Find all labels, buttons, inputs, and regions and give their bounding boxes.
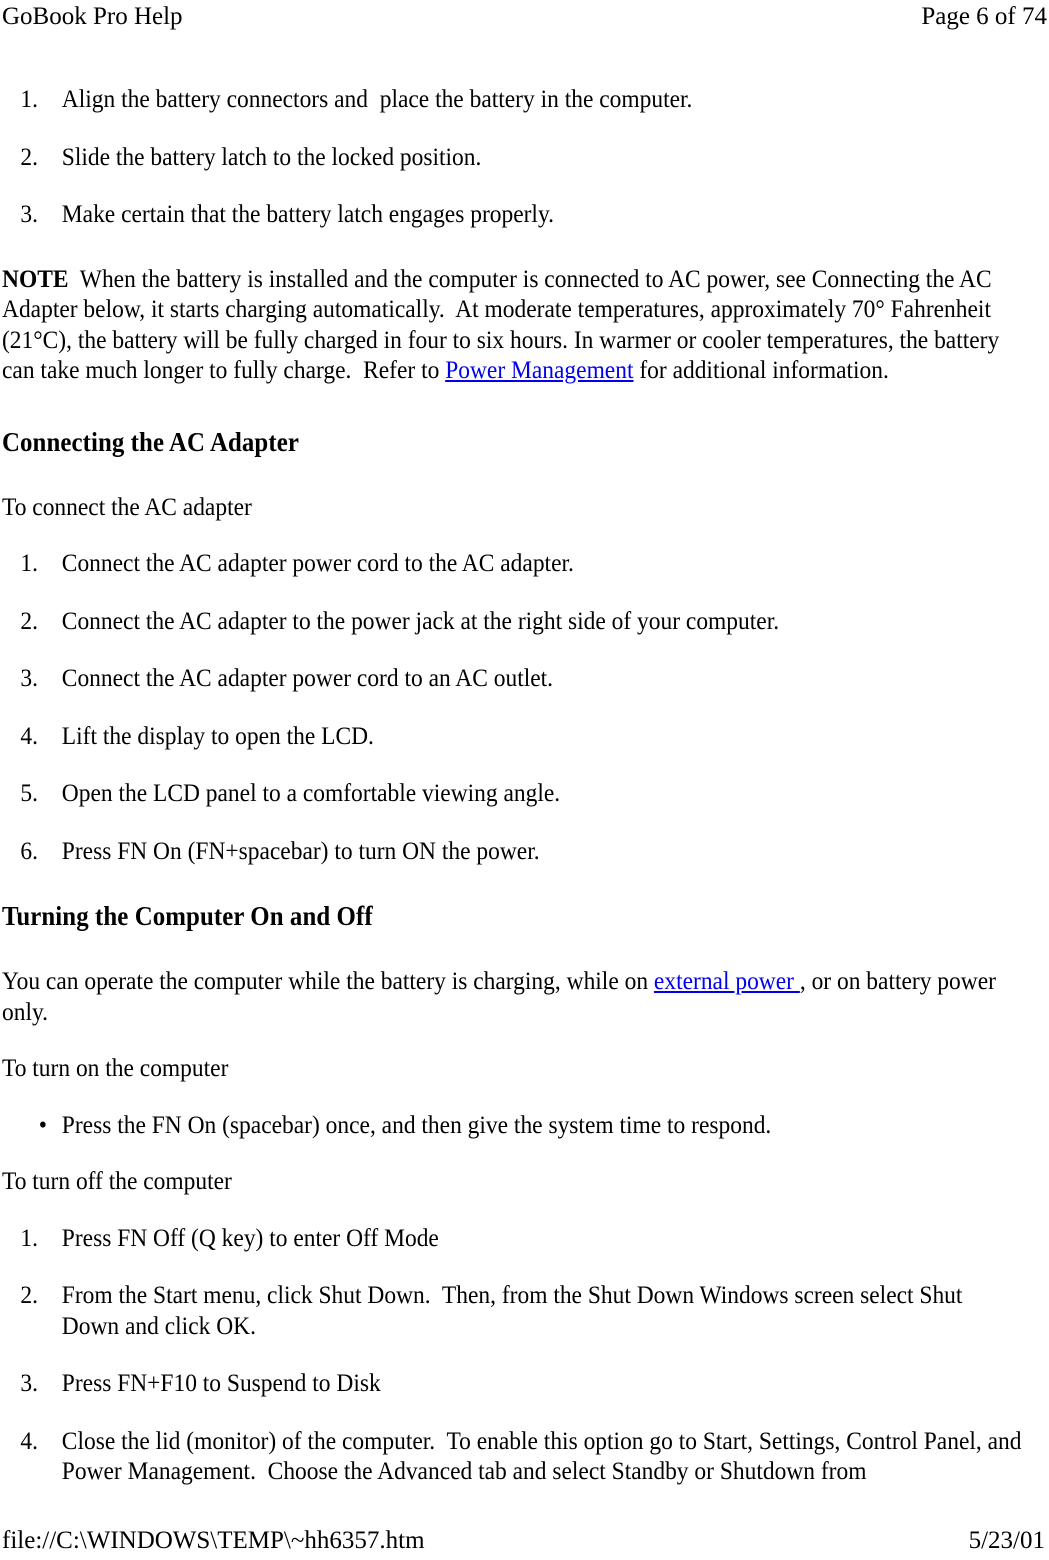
list-item-text: Align the battery connectors and place t… bbox=[61, 84, 693, 113]
power-management-link[interactable]: Power Management bbox=[445, 355, 633, 384]
list-item-text: Connect the AC adapter to the power jack… bbox=[61, 605, 780, 635]
list-item-text: Press the FN On (spacebar) once, and the… bbox=[61, 1109, 772, 1139]
footer-file-path: file://C:\WINDOWS\TEMP\~hh6357.htm bbox=[2, 1527, 425, 1554]
turn-on-list: • Press the FN On (spacebar) once, and t… bbox=[2, 1110, 1022, 1141]
power-intro-before-link: You can operate the computer while the b… bbox=[2, 966, 654, 995]
list-item-text: Make certain that the battery latch enga… bbox=[61, 199, 555, 228]
turn-off-list: 1. Press FN Off (Q key) to enter Off Mod… bbox=[2, 1223, 1022, 1487]
list-marker: 2. bbox=[20, 1280, 38, 1309]
list-marker: 1. bbox=[20, 1222, 38, 1252]
page-footer: file://C:\WINDOWS\TEMP\~hh6357.htm 5/23/… bbox=[0, 1526, 1049, 1556]
section-heading-power: Turning the Computer On and Off bbox=[2, 901, 373, 931]
list-item-text: Close the lid (monitor) of the computer.… bbox=[61, 1425, 1028, 1486]
list-item: 3. Connect the AC adapter power cord to … bbox=[2, 663, 1022, 694]
list-marker: 4. bbox=[20, 1425, 38, 1455]
list-marker: 1. bbox=[20, 548, 38, 577]
list-item-text: Lift the display to open the LCD. bbox=[61, 720, 374, 750]
external-power-link[interactable]: external power bbox=[654, 966, 800, 995]
header-document-title: GoBook Pro Help bbox=[2, 3, 183, 30]
list-item: 3. Make certain that the battery latch e… bbox=[2, 199, 1022, 230]
list-item: 2. Slide the battery latch to the locked… bbox=[2, 142, 1022, 173]
list-item-text: Open the LCD panel to a comfortable view… bbox=[61, 778, 561, 807]
ac-adapter-list: 1. Connect the AC adapter power cord to … bbox=[2, 548, 1022, 866]
note-paragraph: NOTE When the battery is installed and t… bbox=[2, 264, 1022, 386]
list-item-text: Press FN Off (Q key) to enter Off Mode bbox=[61, 1222, 439, 1252]
section-heading-ac-adapter: Connecting the AC Adapter bbox=[2, 426, 299, 457]
footer-date: 5/23/01 bbox=[968, 1527, 1045, 1554]
list-marker: 5. bbox=[20, 778, 38, 807]
list-marker: 6. bbox=[20, 835, 38, 865]
list-marker: 3. bbox=[20, 1368, 38, 1397]
list-item: 6. Press FN On (FN+spacebar) to turn ON … bbox=[2, 836, 1022, 867]
page-header: GoBook Pro Help Page 6 of 74 bbox=[0, 2, 1049, 32]
bullet-icon: • bbox=[38, 1109, 48, 1139]
list-item: • Press the FN On (spacebar) once, and t… bbox=[2, 1110, 1022, 1141]
power-intro-paragraph: You can operate the computer while the b… bbox=[2, 966, 1022, 1027]
turn-off-label: To turn off the computer bbox=[2, 1166, 232, 1195]
list-item-text: Connect the AC adapter power cord to the… bbox=[61, 548, 574, 577]
list-item: 1. Connect the AC adapter power cord to … bbox=[2, 548, 1022, 579]
note-text-after-link: for additional information. bbox=[633, 355, 889, 384]
ac-adapter-intro: To connect the AC adapter bbox=[2, 491, 252, 521]
turn-on-label: To turn on the computer bbox=[2, 1053, 229, 1082]
list-marker: 2. bbox=[20, 605, 38, 635]
list-item: 2. From the Start menu, click Shut Down.… bbox=[2, 1280, 1022, 1341]
list-marker: 3. bbox=[20, 663, 38, 692]
document-body: 1. Align the battery connectors and plac… bbox=[2, 84, 1022, 1487]
list-item: 4. Close the lid (monitor) of the comput… bbox=[2, 1426, 1022, 1487]
list-item: 5. Open the LCD panel to a comfortable v… bbox=[2, 778, 1022, 809]
header-page-number: Page 6 of 74 bbox=[921, 3, 1047, 30]
list-marker: 2. bbox=[20, 141, 38, 171]
list-item: 2. Connect the AC adapter to the power j… bbox=[2, 606, 1022, 637]
list-item: 4. Lift the display to open the LCD. bbox=[2, 721, 1022, 752]
note-label: NOTE bbox=[2, 263, 69, 293]
list-item-text: Connect the AC adapter power cord to an … bbox=[61, 663, 554, 692]
list-item-text: Slide the battery latch to the locked po… bbox=[61, 141, 482, 171]
list-item: 1. Press FN Off (Q key) to enter Off Mod… bbox=[2, 1223, 1022, 1254]
list-marker: 1. bbox=[20, 84, 38, 113]
list-item-text: Press FN+F10 to Suspend to Disk bbox=[61, 1368, 381, 1397]
list-item-text: From the Start menu, click Shut Down. Th… bbox=[61, 1280, 969, 1340]
list-item: 1. Align the battery connectors and plac… bbox=[2, 84, 1022, 115]
document-page: GoBook Pro Help Page 6 of 74 1. Align th… bbox=[0, 0, 1049, 1560]
list-marker: 4. bbox=[20, 720, 38, 750]
list-item-text: Press FN On (FN+spacebar) to turn ON the… bbox=[61, 835, 540, 865]
list-marker: 3. bbox=[20, 199, 38, 228]
list-item: 3. Press FN+F10 to Suspend to Disk bbox=[2, 1368, 1022, 1399]
battery-install-list: 1. Align the battery connectors and plac… bbox=[2, 84, 1022, 230]
